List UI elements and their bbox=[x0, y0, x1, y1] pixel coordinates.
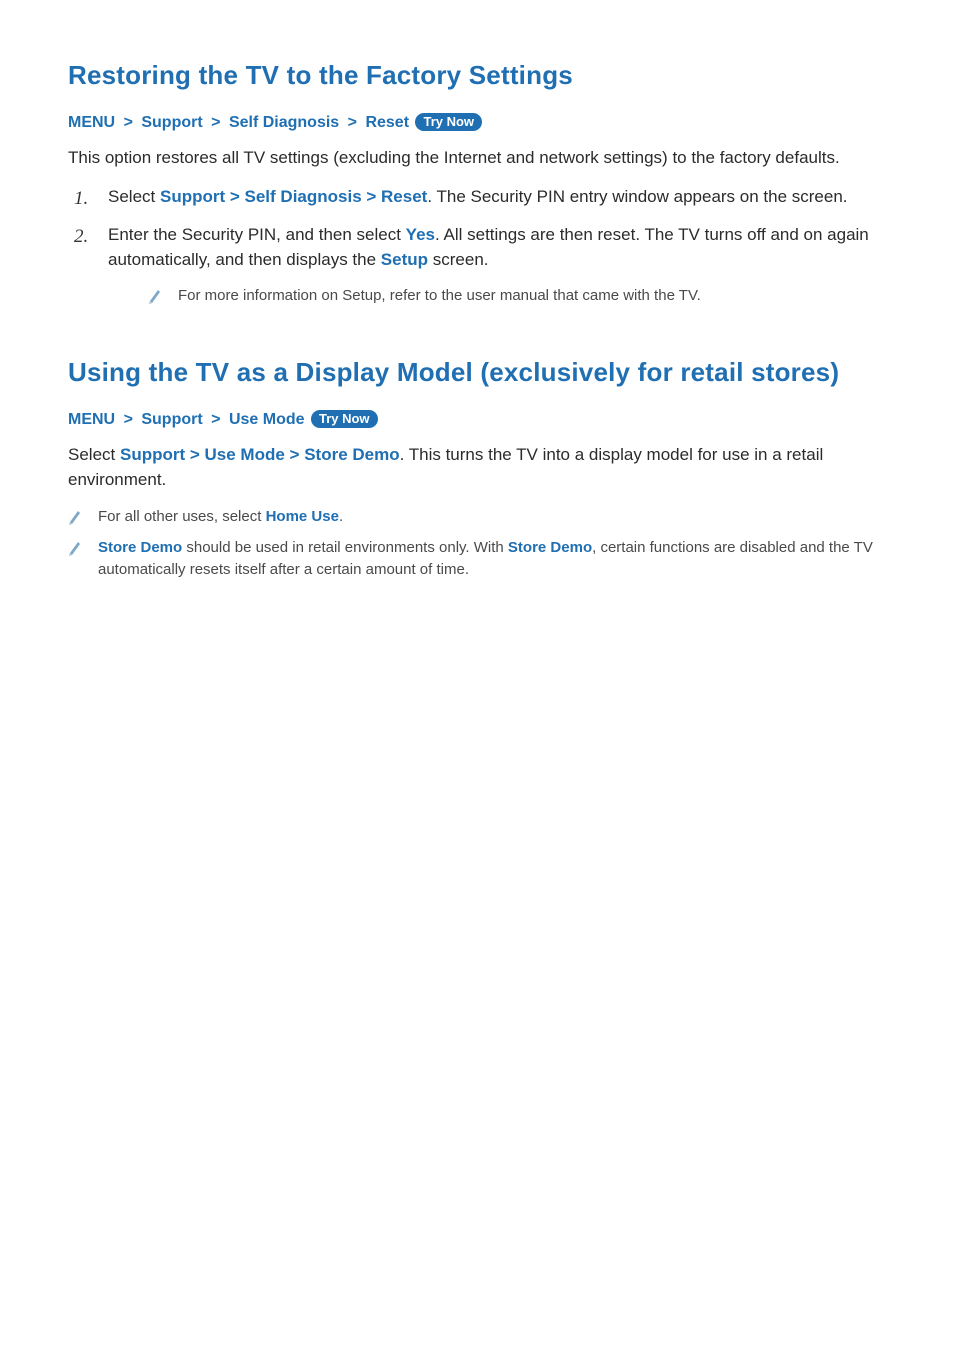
keyword: Support bbox=[160, 187, 225, 206]
keyword: Self Diagnosis bbox=[245, 187, 362, 206]
note-segment: . bbox=[339, 508, 343, 525]
chevron-right-icon: > bbox=[207, 411, 224, 428]
step-text: screen. bbox=[428, 250, 488, 269]
paragraph: Select Support > Use Mode > Store Demo. … bbox=[68, 443, 886, 492]
keyword: Use Mode bbox=[205, 445, 285, 464]
chevron-right-icon: > bbox=[185, 445, 204, 464]
pencil-note-icon bbox=[68, 539, 82, 557]
note-row: For more information on Setup, refer to … bbox=[108, 285, 886, 308]
menu-label: MENU bbox=[68, 114, 115, 131]
step-item: Enter the Security PIN, and then select … bbox=[68, 223, 886, 307]
keyword: Setup bbox=[381, 250, 428, 269]
pencil-note-icon bbox=[68, 508, 82, 526]
chevron-right-icon: > bbox=[285, 445, 304, 464]
menu-path-item: Self Diagnosis bbox=[229, 114, 339, 131]
section-title-restoring: Restoring the TV to the Factory Settings bbox=[68, 60, 886, 91]
keyword: Home Use bbox=[266, 508, 339, 525]
chevron-right-icon: > bbox=[120, 411, 137, 428]
menu-path-item: Use Mode bbox=[229, 411, 305, 428]
note-row: For all other uses, select Home Use. bbox=[68, 506, 886, 529]
keyword: Store Demo bbox=[508, 539, 592, 556]
menu-path-display-model: MENU > Support > Use Mode Try Now bbox=[68, 410, 886, 429]
chevron-right-icon: > bbox=[344, 114, 361, 131]
note-text: Store Demo should be used in retail envi… bbox=[98, 537, 886, 582]
step-text: Select bbox=[108, 187, 160, 206]
pencil-note-icon bbox=[148, 287, 162, 305]
menu-path-item: Support bbox=[141, 411, 202, 428]
note-text: For more information on Setup, refer to … bbox=[178, 285, 886, 308]
keyword: Support bbox=[120, 445, 185, 464]
steps-list: Select Support > Self Diagnosis > Reset.… bbox=[68, 185, 886, 307]
chevron-right-icon: > bbox=[207, 114, 224, 131]
keyword: Store Demo bbox=[304, 445, 399, 464]
note-text: For all other uses, select Home Use. bbox=[98, 506, 886, 529]
try-now-badge[interactable]: Try Now bbox=[415, 113, 482, 131]
keyword: Store Demo bbox=[98, 539, 182, 556]
step-text: Enter the Security PIN, and then select bbox=[108, 225, 406, 244]
step-text: . The Security PIN entry window appears … bbox=[427, 187, 847, 206]
keyword: Yes bbox=[406, 225, 435, 244]
chevron-right-icon: > bbox=[120, 114, 137, 131]
section-title-display-model: Using the TV as a Display Model (exclusi… bbox=[68, 357, 886, 388]
intro-paragraph: This option restores all TV settings (ex… bbox=[68, 146, 886, 171]
chevron-right-icon: > bbox=[362, 187, 381, 206]
para-text: Select bbox=[68, 445, 120, 464]
menu-label: MENU bbox=[68, 411, 115, 428]
menu-path-restoring: MENU > Support > Self Diagnosis > Reset … bbox=[68, 113, 886, 132]
note-row: Store Demo should be used in retail envi… bbox=[68, 537, 886, 582]
page: Restoring the TV to the Factory Settings… bbox=[0, 0, 954, 650]
note-segment: For all other uses, select bbox=[98, 508, 266, 525]
keyword: Reset bbox=[381, 187, 427, 206]
menu-path-item: Support bbox=[141, 114, 202, 131]
menu-path-item: Reset bbox=[365, 114, 409, 131]
section-gap bbox=[68, 321, 886, 357]
step-item: Select Support > Self Diagnosis > Reset.… bbox=[68, 185, 886, 210]
note-segment: should be used in retail environments on… bbox=[182, 539, 508, 556]
try-now-badge[interactable]: Try Now bbox=[311, 410, 378, 428]
chevron-right-icon: > bbox=[225, 187, 244, 206]
